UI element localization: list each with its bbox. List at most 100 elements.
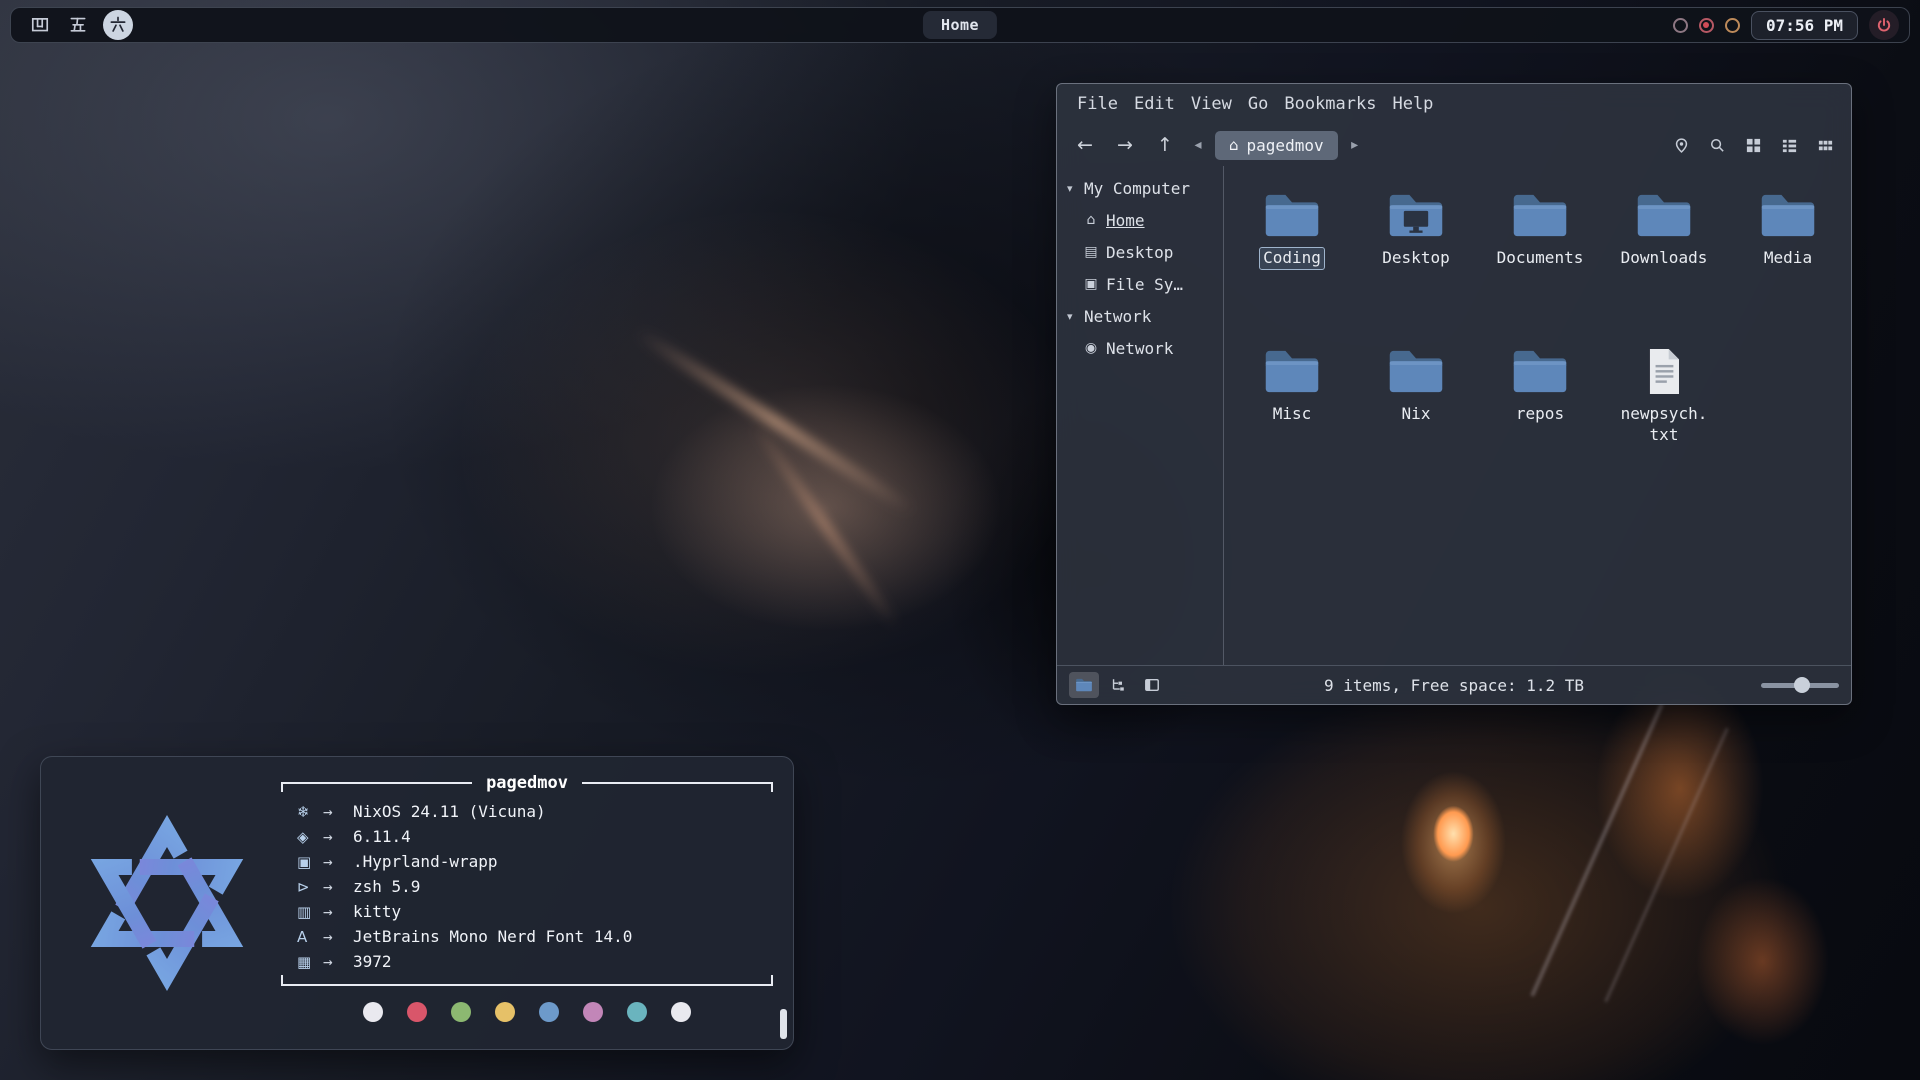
fetch-info-box: pagedmov ❄ → NixOS 24.11 (Vicuna) ◈ → 6.…	[281, 773, 773, 986]
tray-icon-record[interactable]	[1699, 18, 1714, 33]
up-button[interactable]: ↑	[1149, 130, 1181, 160]
tree-pane-icon	[1109, 677, 1127, 693]
compact-view-icon	[1817, 137, 1834, 154]
file-item-documents[interactable]: Documents	[1478, 191, 1602, 347]
workspace-6-button-active[interactable]	[103, 10, 133, 40]
fetch-lines: ❄ → NixOS 24.11 (Vicuna) ◈ → 6.11.4 ▣ → …	[281, 793, 773, 976]
palette-dot	[407, 1002, 427, 1022]
wallpaper-hair-highlight	[633, 326, 917, 517]
box-corner	[771, 783, 773, 792]
palette-dot	[363, 1002, 383, 1022]
file-item-downloads[interactable]: Downloads	[1602, 191, 1726, 347]
chevron-down-icon[interactable]: ▾	[1067, 310, 1077, 323]
location-button[interactable]	[1667, 132, 1695, 158]
file-item-repos[interactable]: repos	[1478, 347, 1602, 503]
kanji-four-icon	[30, 15, 50, 35]
list-view-button[interactable]	[1775, 132, 1803, 158]
file-item-nix[interactable]: Nix	[1354, 347, 1478, 503]
palette-dot	[583, 1002, 603, 1022]
zoom-slider[interactable]	[1761, 675, 1839, 695]
tray-icon-1[interactable]	[1673, 18, 1688, 33]
file-item-media[interactable]: Media	[1726, 191, 1850, 347]
search-button[interactable]	[1703, 132, 1731, 158]
fetch-line-kernel: ◈ → 6.11.4	[297, 824, 765, 849]
fetch-line-packages: ▦ → 3972	[297, 949, 765, 974]
window-manager-icon: ▣	[297, 853, 323, 871]
clock: 07:56 PM	[1751, 11, 1858, 40]
file-item-coding[interactable]: Coding	[1230, 191, 1354, 347]
fetch-line-wm: ▣ → .Hyprland-wrapp	[297, 849, 765, 874]
compact-view-button[interactable]	[1811, 132, 1839, 158]
palette-dot	[627, 1002, 647, 1022]
tray-icon-3[interactable]	[1725, 18, 1740, 33]
menu-file[interactable]: File	[1077, 94, 1118, 114]
palette-dot	[451, 1002, 471, 1022]
grid-view-icon	[1745, 137, 1762, 154]
workspace-4-button[interactable]	[27, 12, 53, 38]
package-icon: ▦	[297, 953, 323, 971]
toolbar: ← → ↑ ◂ ⌂ pagedmov ▸	[1057, 124, 1851, 166]
sidebar-item-filesystem[interactable]: ▣ File Sy…	[1057, 268, 1223, 300]
menu-edit[interactable]: Edit	[1134, 94, 1175, 114]
sidebar-item-network[interactable]: ◉ Network	[1057, 332, 1223, 364]
fetch-line-font: A → JetBrains Mono Nerd Font 14.0	[297, 924, 765, 949]
nixos-snowflake-icon	[67, 803, 267, 1003]
back-button[interactable]: ←	[1069, 130, 1101, 160]
desktop-folder-icon	[1386, 191, 1446, 240]
side-pane-icon	[1143, 677, 1161, 693]
palette-dot	[495, 1002, 515, 1022]
status-text: 9 items, Free space: 1.2 TB	[1324, 676, 1584, 695]
show-tree-button[interactable]	[1103, 672, 1133, 698]
menu-help[interactable]: Help	[1392, 94, 1433, 114]
toggle-side-pane-button[interactable]	[1137, 672, 1167, 698]
workspace-switcher	[27, 10, 133, 40]
menu-bookmarks[interactable]: Bookmarks	[1284, 94, 1376, 114]
top-bar: Home 07:56 PM	[10, 7, 1910, 43]
terminal-color-palette	[281, 1002, 773, 1022]
home-icon: ⌂	[1083, 212, 1099, 228]
file-item-newpsych-txt[interactable]: newpsych.txt	[1602, 347, 1726, 503]
menu-go[interactable]: Go	[1248, 94, 1268, 114]
path-scroll-left-icon[interactable]: ◂	[1189, 137, 1207, 153]
show-places-button[interactable]	[1069, 672, 1099, 698]
forward-button[interactable]: →	[1109, 130, 1141, 160]
wallpaper-light-beam	[1604, 727, 1729, 1002]
network-globe-icon: ◉	[1083, 340, 1099, 356]
folder-icon	[1262, 191, 1322, 240]
nix-icon: ❄	[297, 803, 323, 821]
power-button[interactable]	[1869, 10, 1899, 40]
chevron-down-icon[interactable]: ▾	[1067, 182, 1077, 195]
places-sidebar: ▾ My Computer ⌂ Home ▤ Desktop ▣ File Sy…	[1057, 166, 1223, 665]
kanji-five-icon	[68, 15, 88, 35]
terminal-icon: ▥	[297, 903, 323, 921]
terminal-window: pagedmov ❄ → NixOS 24.11 (Vicuna) ◈ → 6.…	[40, 756, 794, 1050]
home-icon: ⌂	[1229, 136, 1239, 154]
file-item-misc[interactable]: Misc	[1230, 347, 1354, 503]
zoom-slider-knob[interactable]	[1794, 677, 1810, 693]
file-manager-window: File Edit View Go Bookmarks Help ← → ↑ ◂…	[1056, 83, 1852, 705]
text-file-icon	[1634, 347, 1694, 396]
desktop-icon: ▤	[1083, 244, 1099, 260]
file-item-desktop[interactable]: Desktop	[1354, 191, 1478, 347]
fetch-line-shell: ⊳ → zsh 5.9	[297, 874, 765, 899]
fetch-line-os: ❄ → NixOS 24.11 (Vicuna)	[297, 799, 765, 824]
terminal-scrollbar-thumb[interactable]	[780, 1009, 787, 1039]
sidebar-section-network[interactable]: ▾ Network	[1057, 300, 1223, 332]
folder-pane-icon	[1075, 677, 1093, 693]
fetch-line-terminal: ▥ → kitty	[297, 899, 765, 924]
breadcrumb[interactable]: ⌂ pagedmov	[1215, 131, 1338, 160]
path-scroll-right-icon[interactable]: ▸	[1346, 137, 1364, 153]
icon-view-button[interactable]	[1739, 132, 1767, 158]
workspace-5-button[interactable]	[65, 12, 91, 38]
sidebar-item-home[interactable]: ⌂ Home	[1057, 204, 1223, 236]
fetch-output: pagedmov ❄ → NixOS 24.11 (Vicuna) ◈ → 6.…	[281, 773, 773, 1033]
status-bar: 9 items, Free space: 1.2 TB	[1057, 665, 1851, 704]
menu-view[interactable]: View	[1191, 94, 1232, 114]
folder-icon	[1386, 347, 1446, 396]
box-corner	[281, 975, 283, 984]
sidebar-item-desktop[interactable]: ▤ Desktop	[1057, 236, 1223, 268]
search-icon	[1709, 137, 1726, 154]
folder-icon	[1758, 191, 1818, 240]
sidebar-section-my-computer[interactable]: ▾ My Computer	[1057, 172, 1223, 204]
file-grid: Coding Desktop Documents Downloads Media…	[1224, 166, 1858, 665]
